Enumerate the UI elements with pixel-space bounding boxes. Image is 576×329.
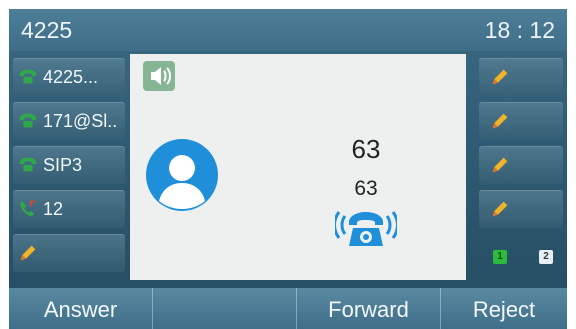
forward-button[interactable]: Forward	[297, 288, 441, 329]
pencil-icon	[492, 201, 508, 217]
pencil-icon	[492, 157, 508, 173]
line-key-4225[interactable]: 4225...	[13, 58, 125, 96]
line-key-label: 171@Sl..	[43, 111, 118, 131]
line-key-right-4[interactable]	[479, 190, 563, 228]
line-key-171[interactable]: 171@Sl..	[13, 102, 125, 140]
line-key-label: SIP3	[43, 155, 83, 175]
softkey-bar: Answer Forward Reject	[9, 288, 567, 329]
account-label: 4225	[21, 17, 73, 43]
phone-icon	[19, 69, 37, 84]
line-key-label: 4225...	[43, 67, 99, 87]
page-2-indicator[interactable]: 2	[539, 250, 553, 264]
line-key-sip3[interactable]: SIP3	[13, 146, 125, 184]
clock: 18 : 12	[484, 17, 555, 43]
reject-button[interactable]: Reject	[441, 288, 567, 329]
speaker-icon	[143, 61, 175, 91]
line-key-12[interactable]: 12	[13, 190, 125, 228]
page-indicators: 1 2	[475, 241, 563, 275]
line-key-right-2[interactable]	[479, 102, 563, 140]
pencil-icon	[492, 113, 508, 129]
phone-screen: 4225 18 : 12 4225... 171@Sl.. SIP3 12 1 …	[9, 9, 567, 329]
line-key-edit[interactable]	[13, 234, 125, 272]
line-key-right-3[interactable]	[479, 146, 563, 184]
line-key-right-1[interactable]	[479, 58, 563, 96]
ringing-phone-icon	[335, 211, 397, 246]
caller-number: 63	[354, 177, 378, 200]
status-bar: 4225 18 : 12	[9, 9, 567, 51]
pencil-icon	[20, 245, 36, 261]
pencil-icon	[492, 69, 508, 85]
answer-button[interactable]: Answer	[9, 288, 153, 329]
line-key-label: 12	[43, 199, 64, 219]
caller-name: 63	[351, 134, 381, 164]
incoming-call-icon	[20, 200, 36, 217]
incoming-call-panel: 63 63	[130, 54, 466, 280]
phone-icon	[19, 157, 37, 172]
phone-icon	[19, 113, 37, 128]
contact-avatar-icon	[146, 139, 218, 211]
blank-softkey[interactable]	[153, 288, 297, 329]
page-1-indicator[interactable]: 1	[493, 250, 507, 264]
